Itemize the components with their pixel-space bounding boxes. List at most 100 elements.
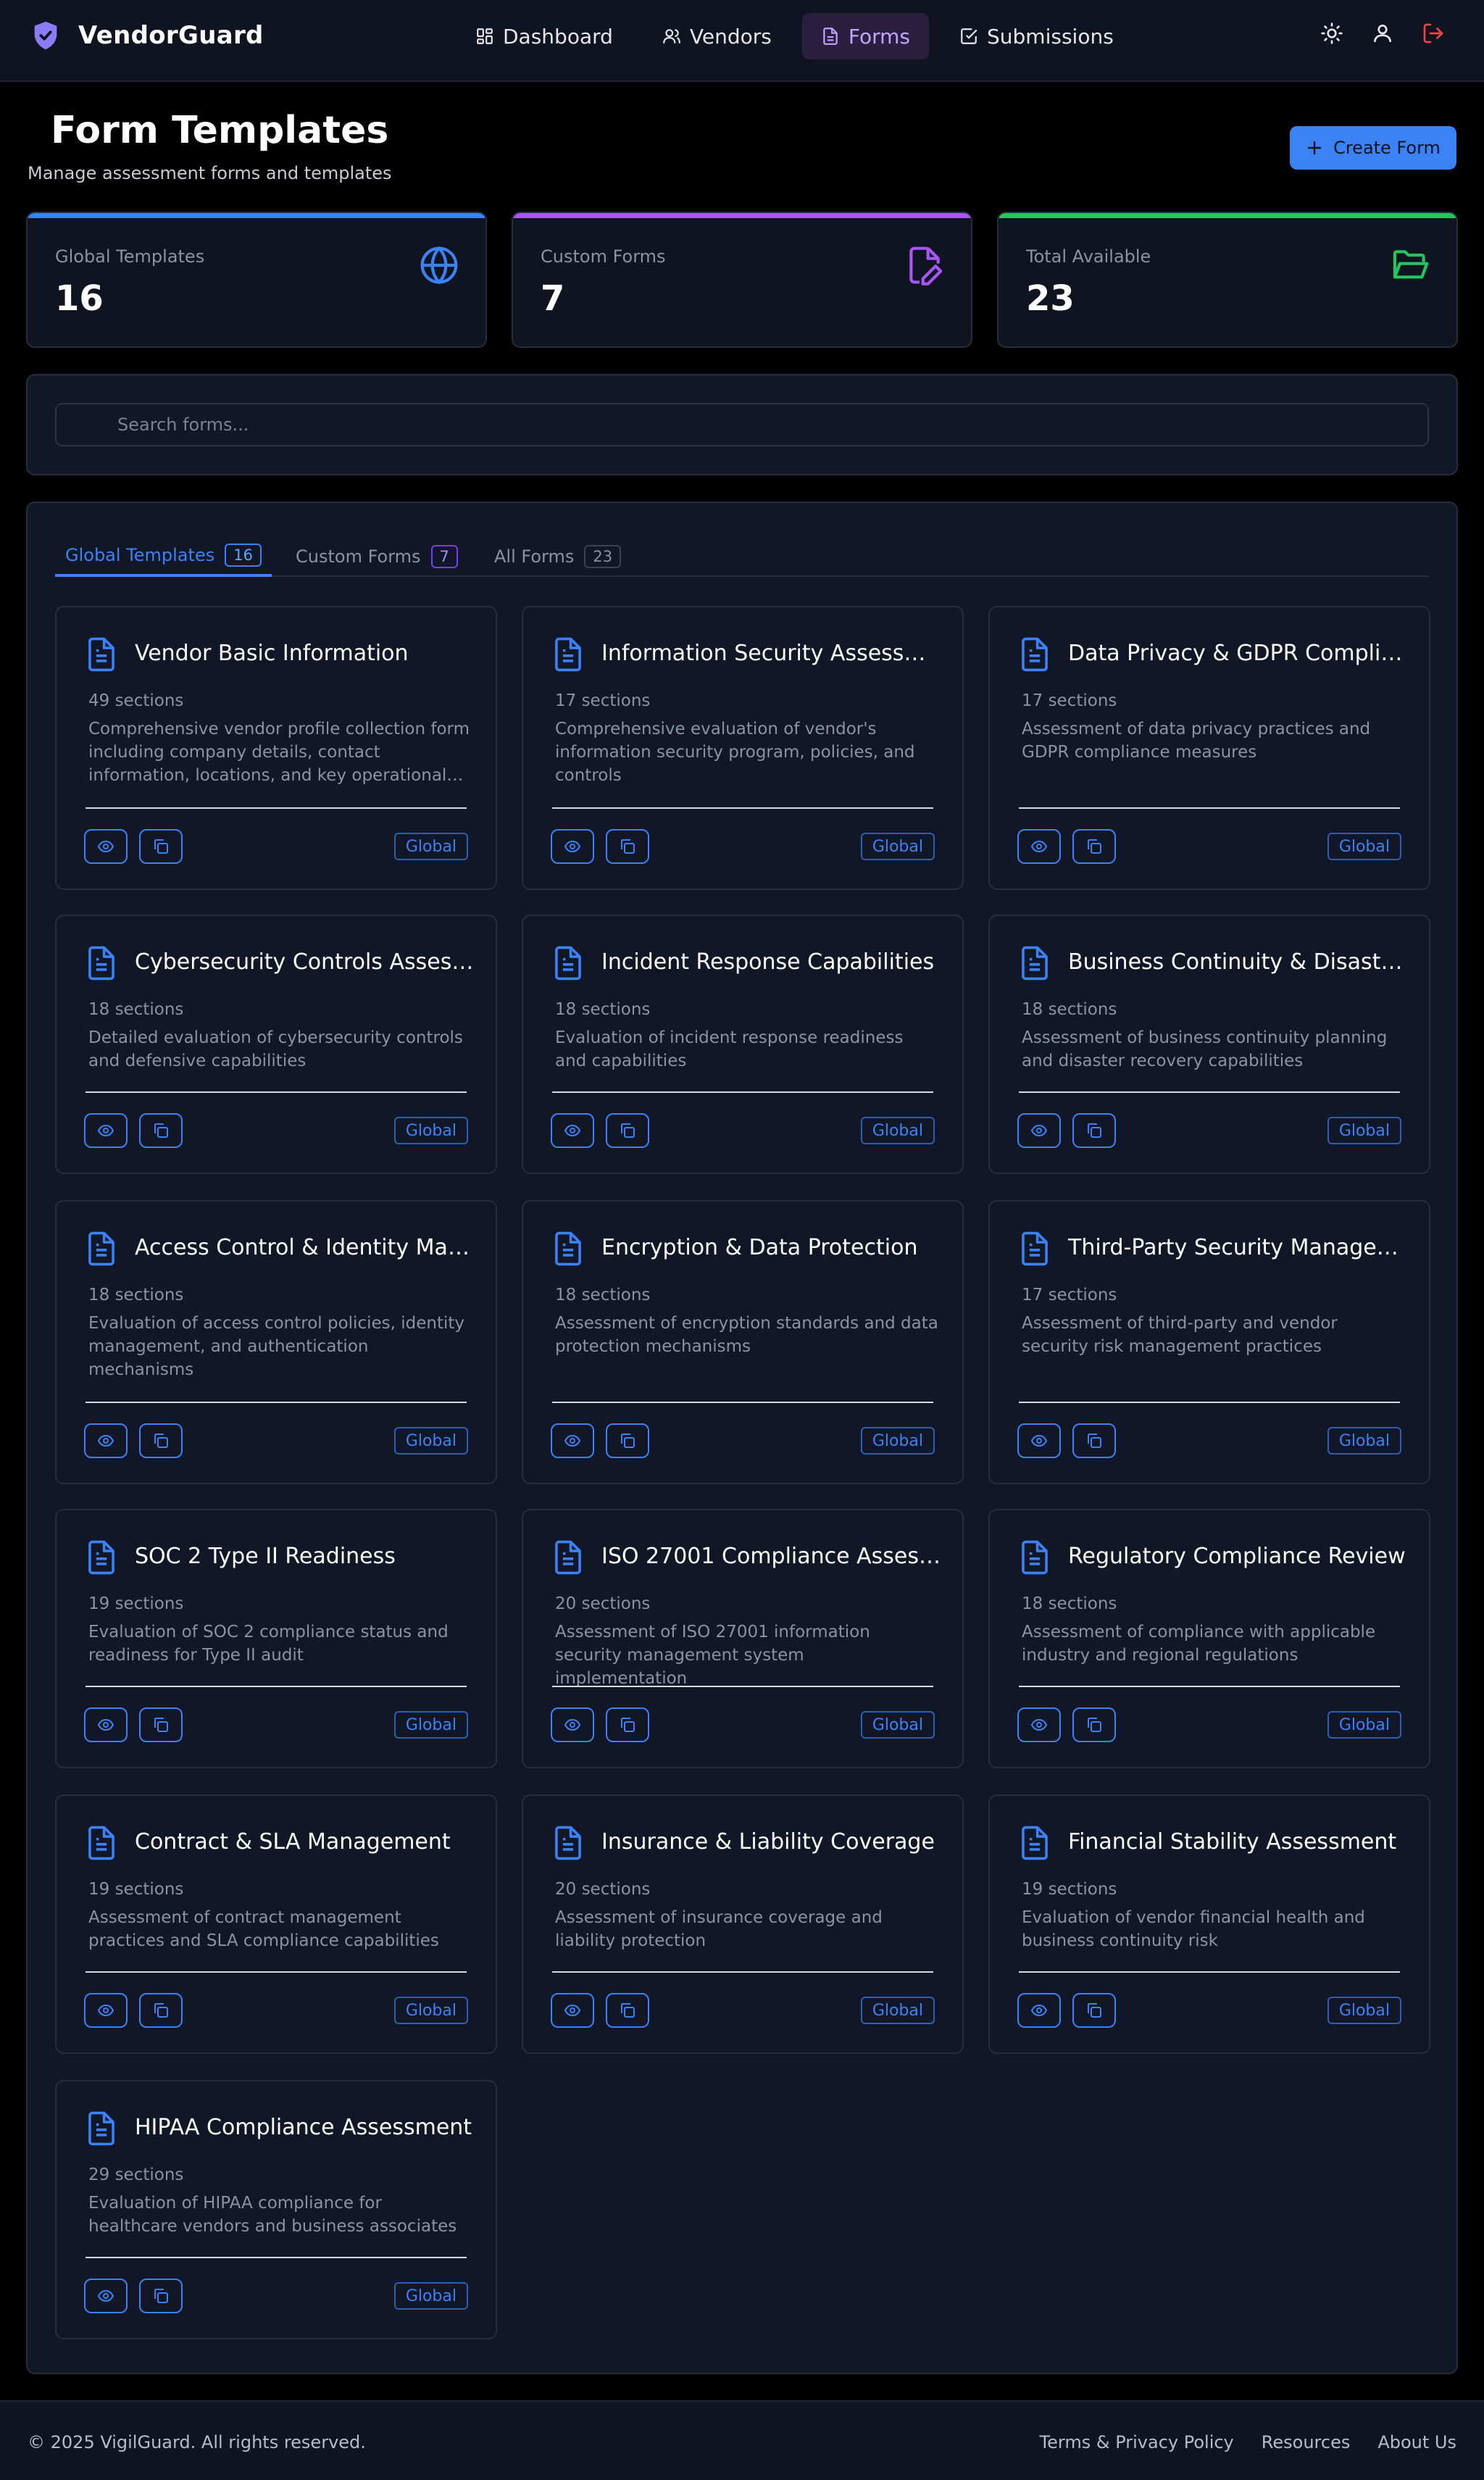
form-card[interactable]: ISO 27001 Compliance Assessment 20 sectio… [522, 1509, 964, 1768]
stat-accent-bar [999, 213, 1456, 218]
form-card-description: Evaluation of access control policies, i… [88, 1314, 464, 1379]
form-card[interactable]: Vendor Basic Information 49 sections Compr… [55, 606, 497, 890]
preview-form-button[interactable] [1017, 1993, 1061, 2028]
search-input[interactable] [55, 403, 1429, 446]
duplicate-form-button[interactable] [139, 1993, 183, 2028]
form-card-sections: 18 sections [88, 1000, 184, 1019]
document-icon [555, 637, 581, 672]
duplicate-form-button[interactable] [606, 1707, 649, 1742]
form-card-actions [84, 1707, 183, 1742]
global-badge: Global [393, 1711, 468, 1739]
create-form-button[interactable]: Create Form [1290, 126, 1456, 170]
form-card[interactable]: Encryption & Data Protection 18 sections A… [522, 1200, 964, 1484]
duplicate-form-button[interactable] [139, 1423, 183, 1458]
globe-icon [420, 246, 458, 285]
preview-form-button[interactable] [1017, 1423, 1061, 1458]
nav-forms[interactable]: Forms [801, 13, 930, 59]
theme-toggle[interactable] [1317, 19, 1346, 48]
duplicate-form-button[interactable] [606, 1423, 649, 1458]
document-icon [555, 1826, 581, 1860]
preview-form-button[interactable] [551, 1113, 594, 1148]
form-card-title: Vendor Basic Information [135, 641, 409, 666]
duplicate-form-button[interactable] [606, 1993, 649, 2028]
form-card-divider [1019, 807, 1400, 809]
form-card-divider [552, 1402, 933, 1403]
preview-form-button[interactable] [1017, 829, 1061, 864]
nav-submissions-label: Submissions [987, 24, 1114, 49]
form-card[interactable]: Incident Response Capabilities 18 section… [522, 915, 964, 1174]
profile-button[interactable] [1368, 19, 1397, 48]
preview-form-button[interactable] [84, 2279, 128, 2313]
footer-link-about[interactable]: About Us [1377, 2432, 1456, 2452]
document-icon [88, 637, 114, 672]
logout-button[interactable] [1419, 19, 1448, 48]
footer-link-resources[interactable]: Resources [1262, 2432, 1351, 2452]
nav-dashboard[interactable]: Dashboard [457, 13, 632, 59]
form-card[interactable]: Information Security Assessment 17 sectio… [522, 606, 964, 890]
form-card[interactable]: Business Continuity & Disaster Recovery 1… [988, 915, 1430, 1174]
footer-link-terms[interactable]: Terms & Privacy Policy [1040, 2432, 1234, 2452]
shield-check-icon [34, 21, 57, 50]
form-card-title: Business Continuity & Disaster Recovery [1068, 949, 1409, 975]
tab-global-templates[interactable]: Global Templates 16 [55, 536, 272, 577]
tab-all-forms[interactable]: All Forms 23 [484, 536, 631, 577]
document-icon [555, 1231, 581, 1266]
preview-form-button[interactable] [84, 1707, 128, 1742]
top-navbar: VendorGuard Dashboard Vendors Forms Subm… [0, 0, 1484, 82]
brand[interactable]: VendorGuard [29, 19, 264, 52]
form-card[interactable]: Third-Party Security Management 17 sectio… [988, 1200, 1430, 1484]
preview-form-button[interactable] [84, 1113, 128, 1148]
global-badge: Global [860, 1997, 935, 2024]
copy-icon [154, 1123, 168, 1138]
form-card-actions [1017, 829, 1116, 864]
duplicate-form-button[interactable] [139, 2279, 183, 2313]
duplicate-form-button[interactable] [139, 1707, 183, 1742]
nav-submissions[interactable]: Submissions [941, 13, 1133, 59]
form-card[interactable]: Data Privacy & GDPR Compliance 17 section… [988, 606, 1430, 890]
duplicate-form-button[interactable] [139, 1113, 183, 1148]
preview-form-button[interactable] [551, 1423, 594, 1458]
form-card-title: Contract & SLA Management [135, 1829, 451, 1855]
form-card[interactable]: Regulatory Compliance Review 18 sections A… [988, 1509, 1430, 1768]
form-card-actions [1017, 1993, 1116, 2028]
form-card[interactable]: HIPAA Compliance Assessment 29 sections Ev… [55, 2080, 497, 2339]
preview-form-button[interactable] [84, 829, 128, 864]
stat-custom-forms: Custom Forms 7 [512, 212, 972, 348]
form-card-sections: 18 sections [1022, 1000, 1117, 1019]
preview-form-button[interactable] [551, 1993, 594, 2028]
duplicate-form-button[interactable] [606, 1113, 649, 1148]
tab-custom-forms[interactable]: Custom Forms 7 [285, 536, 468, 577]
eye-icon [97, 1124, 114, 1137]
preview-form-button[interactable] [1017, 1113, 1061, 1148]
form-card[interactable]: Financial Stability Assessment 19 section… [988, 1794, 1430, 2054]
preview-form-button[interactable] [551, 1707, 594, 1742]
form-card-actions [84, 2279, 183, 2313]
form-card[interactable]: Access Control & Identity Management 18 s… [55, 1200, 497, 1484]
preview-form-button[interactable] [1017, 1707, 1061, 1742]
preview-form-button[interactable] [84, 1993, 128, 2028]
form-card[interactable]: Insurance & Liability Coverage 20 section… [522, 1794, 964, 2054]
duplicate-form-button[interactable] [1072, 1423, 1116, 1458]
form-card-title: Access Control & Identity Management [135, 1235, 475, 1260]
duplicate-form-button[interactable] [1072, 1993, 1116, 2028]
duplicate-form-button[interactable] [139, 829, 183, 864]
duplicate-form-button[interactable] [1072, 1707, 1116, 1742]
form-card-title: Information Security Assessment [601, 641, 942, 666]
eye-icon [97, 1718, 114, 1731]
page-title: Form Templates [51, 109, 389, 152]
form-card[interactable]: Cybersecurity Controls Assessment 18 sect… [55, 915, 497, 1174]
form-card-actions [551, 1993, 649, 2028]
preview-form-button[interactable] [551, 829, 594, 864]
forms-panel: Global Templates 16 Custom Forms 7 All F… [26, 502, 1458, 2374]
duplicate-form-button[interactable] [1072, 829, 1116, 864]
nav-vendors[interactable]: Vendors [643, 13, 791, 59]
tab-label: All Forms [494, 546, 575, 567]
form-card[interactable]: Contract & SLA Management 19 sections Asse… [55, 1794, 497, 2054]
form-card-sections: 20 sections [555, 1880, 651, 1899]
global-badge: Global [1327, 1711, 1401, 1739]
form-card[interactable]: SOC 2 Type II Readiness 19 sections Evalua… [55, 1509, 497, 1768]
duplicate-form-button[interactable] [1072, 1113, 1116, 1148]
duplicate-form-button[interactable] [606, 829, 649, 864]
copy-icon [620, 1434, 635, 1448]
preview-form-button[interactable] [84, 1423, 128, 1458]
